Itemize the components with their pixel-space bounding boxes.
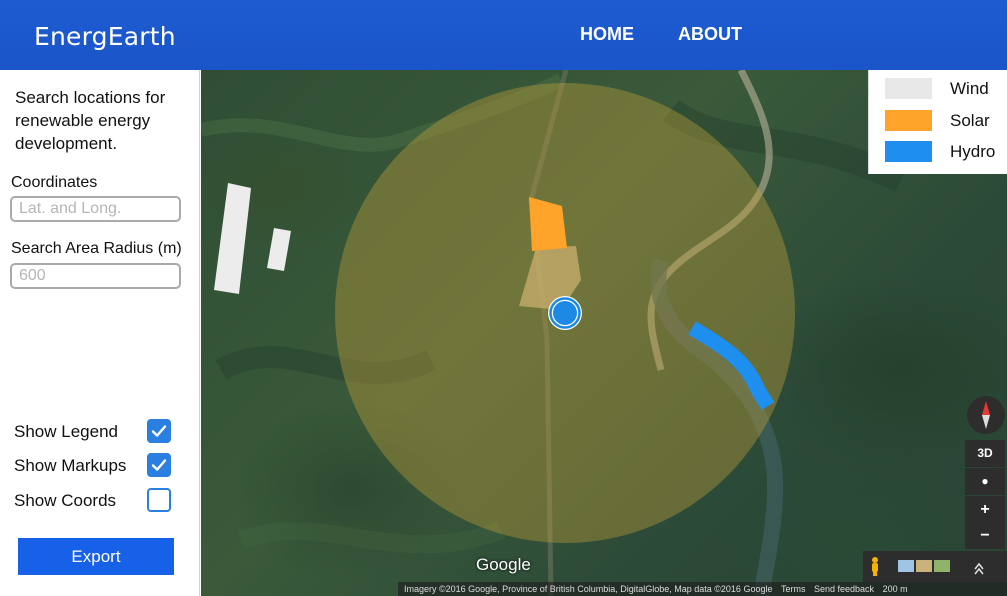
imagery-thumbnail-1[interactable] [898,560,914,572]
nav-about-link[interactable]: ABOUT [678,24,742,45]
wind-markup[interactable] [214,183,251,294]
scale-label: 200 m [882,584,908,594]
street-view-controls [872,557,984,576]
expand-icon[interactable] [974,562,984,575]
map-attribution: Imagery ©2016 Google, Province of Britis… [398,582,1007,596]
intro-text: Search locations for renewable energy de… [15,88,166,153]
coordinates-input[interactable] [10,196,181,222]
show-markups-label: Show Markups [14,456,127,475]
imagery-thumbnail-2[interactable] [916,560,932,572]
terms-link[interactable]: Terms [781,584,806,594]
radius-label: Search Area Radius (m) [11,240,182,257]
coordinates-label: Coordinates [11,174,98,191]
satellite-map[interactable]: Wind Solar Hydro 3D ● + − Google Imagery… [201,70,1007,596]
legend-label: Solar [950,111,990,130]
radius-input[interactable] [10,263,181,289]
show-legend-toggle[interactable]: Show Legend [14,419,174,445]
legend-item-hydro: Hydro [885,141,1005,163]
street-view-bar [863,551,1007,582]
legend-item-solar: Solar [885,110,1005,132]
checkmark-icon [151,425,167,437]
show-markups-toggle[interactable]: Show Markups [14,453,174,479]
hydro-swatch [885,141,932,162]
wind-swatch [885,78,932,99]
location-marker-dot [553,301,577,325]
show-legend-checkbox[interactable] [147,419,171,443]
rotate-icon[interactable]: ● [965,468,1005,495]
attribution-text: Imagery ©2016 Google, Province of Britis… [404,584,773,594]
wind-markup[interactable] [267,228,291,271]
3d-toggle-button[interactable]: 3D [965,440,1005,467]
top-navbar: EnergEarth HOME ABOUT [0,0,1007,70]
legend-label: Hydro [950,142,996,161]
compass-needle-icon [982,401,990,429]
show-legend-label: Show Legend [14,422,118,441]
show-coords-label: Show Coords [14,491,117,510]
compass-icon[interactable] [967,396,1005,434]
legend-label: Wind [950,79,989,98]
legend-item-wind: Wind [885,78,1005,100]
solar-swatch [885,110,932,131]
checkmark-icon [151,459,167,471]
app-title[interactable]: EnergEarth [34,22,176,51]
map-legend: Wind Solar Hydro [868,70,1007,174]
send-feedback-link[interactable]: Send feedback [814,584,874,594]
search-sidebar: Search locations for renewable energy de… [0,70,200,596]
show-markups-checkbox[interactable] [147,453,171,477]
nav-home-link[interactable]: HOME [580,24,634,45]
zoom-out-button[interactable]: − [965,522,1005,549]
zoom-in-button[interactable]: + [965,496,1005,523]
export-button[interactable]: Export [18,538,174,575]
pegman-icon[interactable] [872,557,878,576]
show-coords-toggle[interactable]: Show Coords [14,488,174,514]
google-logo: Google [476,555,531,574]
show-coords-checkbox[interactable] [147,488,171,512]
imagery-thumbnail-3[interactable] [934,560,950,572]
